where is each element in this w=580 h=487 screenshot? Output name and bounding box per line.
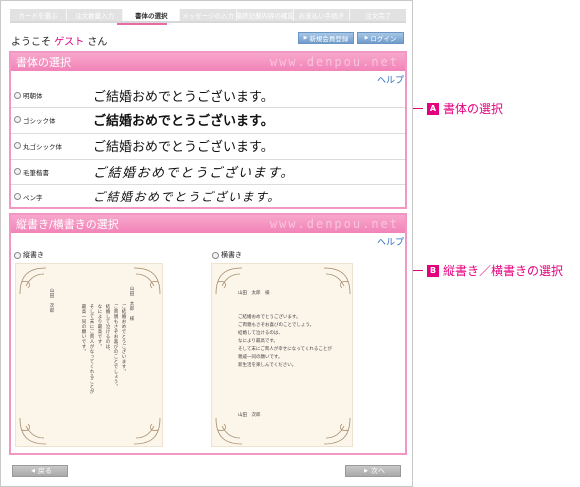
callout-line (413, 108, 423, 109)
horizontal-body-line: そして末にご両人が幸せになってくれることが (238, 347, 332, 352)
horizontal-body-line: 新生活を楽しんでください。 (238, 363, 297, 368)
vertical-label: 縦書き (23, 251, 44, 259)
next-label: 次へ (370, 467, 385, 475)
font-option-row[interactable]: 毛筆楷書 ご結婚おめでとうございます。 (11, 159, 405, 183)
play-arrow-icon: ▶ (364, 35, 369, 41)
radio-button[interactable] (14, 168, 21, 175)
callout-layout-selection: B 縦書き／横書きの選択 (413, 262, 563, 279)
guest-name: ゲスト (54, 37, 85, 48)
login-button[interactable]: ▶ ログイン (357, 32, 404, 44)
font-name: 明朝体 (23, 92, 43, 100)
vertical-body-line: なにより最高です。 (97, 304, 102, 349)
arrow-left-icon: ◀ (31, 468, 35, 474)
vertical-body-line: 結婚して泣けるのは、 (105, 304, 110, 354)
horizontal-body-line: なにより最高です。 (238, 339, 278, 344)
layout-selection-panel: 縦書き/横書きの選択 www.denpou.net ヘルプ 縦書き 山田 太郎 … (9, 213, 407, 455)
callout-text: 縦書き／横書きの選択 (443, 264, 564, 278)
font-selection-title: 書体の選択 (16, 56, 71, 69)
radio-button[interactable] (14, 251, 21, 259)
step-item: 注文数量入力 (65, 9, 123, 21)
page-frame: カードを選ぶ 注文数量入力 書体の選択 メッセージの入力 最終記載内容の確認 お… (0, 0, 413, 487)
callout-badge: B (427, 264, 439, 277)
horizontal-to-name: 山田 太郎 様 (238, 291, 270, 296)
horizontal-body-line: 結婚して泣けるのは、 (238, 331, 283, 336)
vertical-body-line: ご両親もさぞお喜びのことでしょう。 (113, 304, 118, 389)
callout-font-selection: A 書体の選択 (413, 100, 503, 117)
welcome-prefix: ようこそ (11, 37, 51, 48)
horizontal-body-line: 親戚一同の願いです。 (238, 355, 283, 360)
font-selection-panel: 書体の選択 www.denpou.net ヘルプ 明朝体 ご結婚おめでとうござい… (9, 51, 407, 209)
radio-button[interactable] (14, 193, 21, 200)
font-sample: ご結婚おめでとうございます。 (93, 89, 274, 105)
radio-button[interactable] (212, 251, 219, 259)
step-item: メッセージの入力 (179, 9, 236, 21)
vertical-body-line: 最高一同の願いです。 (81, 304, 86, 354)
font-sample: ご結婚おめでとうございます。 (93, 190, 281, 204)
login-label: ログイン (370, 35, 397, 43)
font-name: ペン字 (23, 193, 43, 202)
radio-button[interactable] (14, 91, 21, 99)
font-option-row[interactable]: ペン字 ご結婚おめでとうございます。 (11, 184, 405, 208)
watermark: www.denpou.net (269, 55, 399, 69)
layout-selection-header: 縦書き/横書きの選択 www.denpou.net (11, 215, 405, 233)
horizontal-from-name: 山田 次郎 (238, 413, 261, 418)
step-item: カードを選ぶ (10, 9, 66, 21)
horizontal-card-preview[interactable]: 山田 太郎 様 ご結婚おめでとうございます。 ご両親もさぞお喜びのことでしょう。… (211, 263, 353, 447)
step-item: 注文完了 (349, 9, 407, 21)
layout-selection-title: 縦書き/横書きの選択 (16, 218, 119, 231)
font-sample: ご結婚おめでとうございます。 (93, 139, 274, 154)
step-progress-bar: カードを選ぶ 注文数量入力 書体の選択 メッセージの入力 最終記載内容の確認 お… (10, 9, 407, 23)
font-option-row[interactable]: 明朝体 ご結婚おめでとうございます。 (11, 83, 405, 107)
vertical-body-line: ご結婚おめでとうございます。 (121, 304, 126, 374)
back-button[interactable]: ◀ 戻る (12, 465, 68, 477)
callout-text: 書体の選択 (443, 102, 504, 116)
vertical-from-name: 山田 次郎 (49, 288, 54, 313)
play-arrow-icon: ▶ (303, 35, 308, 41)
font-option-row[interactable]: ゴシック体 ご結婚おめでとうございます。 (11, 107, 405, 131)
step-item-current: 書体の選択 (122, 9, 180, 21)
current-step-indicator (117, 23, 167, 25)
welcome-message: ようこそ ゲスト さん (11, 33, 107, 48)
ornament-frame-icon (215, 267, 351, 445)
font-sample: ご結婚おめでとうございます。 (93, 114, 274, 129)
horizontal-label: 横書き (221, 251, 242, 259)
step-item: 最終記載内容の確認 (235, 9, 293, 21)
watermark: www.denpou.net (269, 217, 399, 231)
font-name: 丸ゴシック体 (23, 142, 62, 151)
horizontal-option[interactable]: 横書き (209, 250, 242, 260)
welcome-suffix: さん (87, 37, 108, 48)
font-option-row[interactable]: 丸ゴシック体 ご結婚おめでとうございます。 (11, 133, 405, 157)
radio-button[interactable] (14, 116, 21, 123)
font-name: 毛筆楷書 (23, 168, 49, 177)
layout-help-link[interactable]: ヘルプ (377, 235, 404, 248)
vertical-body-line: そして末にご両人がなってくれることが (89, 304, 94, 394)
step-item: お支払い手続き (292, 9, 350, 21)
horizontal-body-line: ご結婚おめでとうございます。 (238, 315, 301, 320)
vertical-to-name: 山田 太郎 様 (129, 286, 134, 321)
font-sample: ご結婚おめでとうございます。 (93, 165, 295, 180)
next-button[interactable]: ▶ 次へ (345, 465, 401, 477)
register-button[interactable]: ▶ 新規会員登録 (298, 32, 354, 44)
callout-line (413, 270, 423, 271)
vertical-option[interactable]: 縦書き (11, 250, 44, 260)
radio-button[interactable] (14, 142, 21, 149)
register-label: 新規会員登録 (309, 35, 349, 43)
horizontal-body-line: ご両親もさぞお喜びのことでしょう。 (238, 323, 315, 328)
arrow-right-icon: ▶ (364, 468, 368, 474)
vertical-card-preview[interactable]: 山田 太郎 様 ご結婚おめでとうございます。 ご両親もさぞお喜びのことでしょう。… (15, 263, 163, 447)
font-selection-header: 書体の選択 www.denpou.net (11, 53, 405, 71)
callout-badge: A (427, 102, 439, 115)
font-name: ゴシック体 (23, 116, 56, 125)
back-label: 戻る (37, 467, 52, 475)
